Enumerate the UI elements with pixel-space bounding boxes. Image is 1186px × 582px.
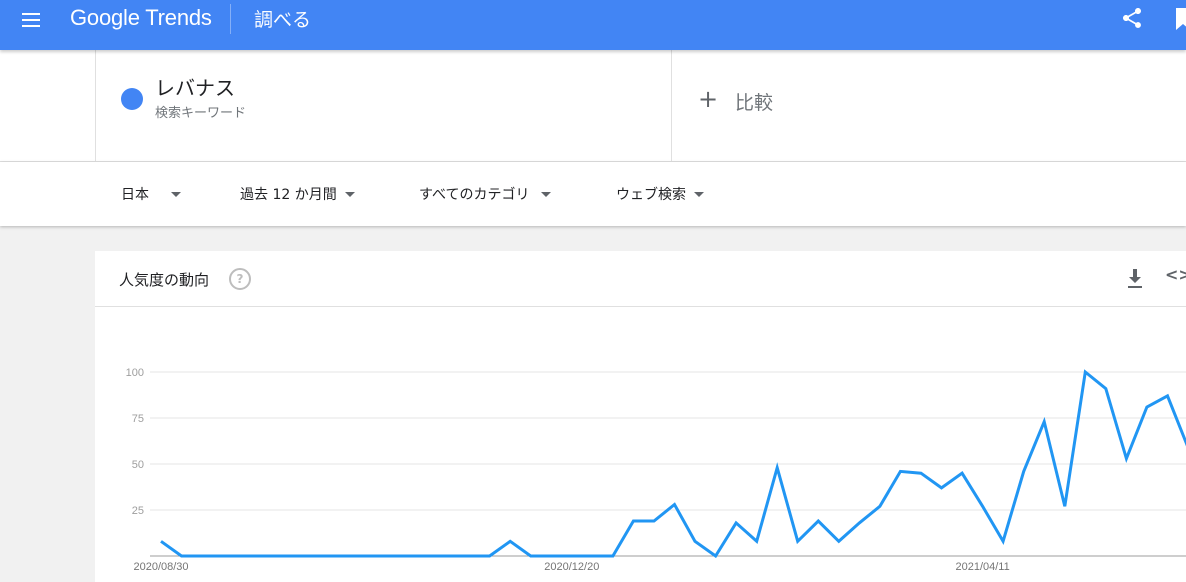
menu-icon[interactable]: [22, 11, 42, 29]
time-range-label: 過去 12 か月間: [240, 187, 337, 203]
search-term[interactable]: レバナス: [155, 72, 235, 101]
x-tick-label: 2020/08/30: [133, 561, 188, 573]
y-tick-label: 100: [126, 367, 144, 379]
search-term-type: 検索キーワード: [155, 106, 247, 121]
header-divider: [230, 4, 231, 34]
compare-label: 比較: [735, 92, 774, 114]
chevron-down-icon: [541, 191, 552, 197]
flag-icon[interactable]: [1176, 8, 1186, 30]
trend-chart: 2550751002020/08/302020/12/202021/04/112…: [126, 367, 1186, 573]
region-label: 日本: [121, 187, 149, 203]
card-header: 人気度の動向 ? <>: [95, 251, 1186, 307]
category-label: すべてのカテゴリ: [419, 187, 530, 203]
time-range-dropdown[interactable]: 過去 12 か月間: [240, 184, 355, 204]
help-icon[interactable]: ?: [229, 268, 251, 290]
filter-bar: 日本 過去 12 か月間 すべてのカテゴリ ウェブ検索: [0, 162, 1186, 226]
region-dropdown[interactable]: 日本: [121, 184, 181, 204]
chevron-down-icon: [694, 191, 704, 197]
card-title: 人気度の動向: [119, 271, 210, 289]
embed-icon[interactable]: <>: [1165, 265, 1186, 284]
google-trends-logo[interactable]: Google Trends: [70, 5, 212, 31]
search-panel: レバナス 検索キーワード + 比較: [0, 50, 1186, 162]
y-tick-label: 25: [132, 505, 144, 517]
search-type-label: ウェブ検索: [616, 187, 686, 203]
plus-icon: +: [698, 85, 719, 113]
chevron-down-icon: [171, 191, 181, 197]
top-app-bar: Google Trends 調べる: [0, 0, 1186, 50]
y-tick-label: 75: [132, 413, 144, 425]
y-tick-label: 50: [132, 459, 144, 471]
search-type-dropdown[interactable]: ウェブ検索: [616, 184, 704, 204]
x-tick-label: 2020/12/20: [544, 561, 599, 573]
download-icon[interactable]: [1127, 269, 1143, 289]
category-dropdown[interactable]: すべてのカテゴリ: [419, 184, 552, 204]
x-tick-label: 2021/04/11: [955, 561, 1009, 573]
search-term-box[interactable]: レバナス 検索キーワード: [95, 50, 672, 161]
page-title: 調べる: [254, 9, 312, 31]
chevron-down-icon: [344, 191, 355, 197]
interest-over-time-card: 人気度の動向 ? <> 25 50 75 100 2020/08/30 2020/12/2…: [95, 251, 1186, 582]
term-color-dot: [121, 88, 143, 110]
share-icon[interactable]: [1120, 6, 1144, 30]
